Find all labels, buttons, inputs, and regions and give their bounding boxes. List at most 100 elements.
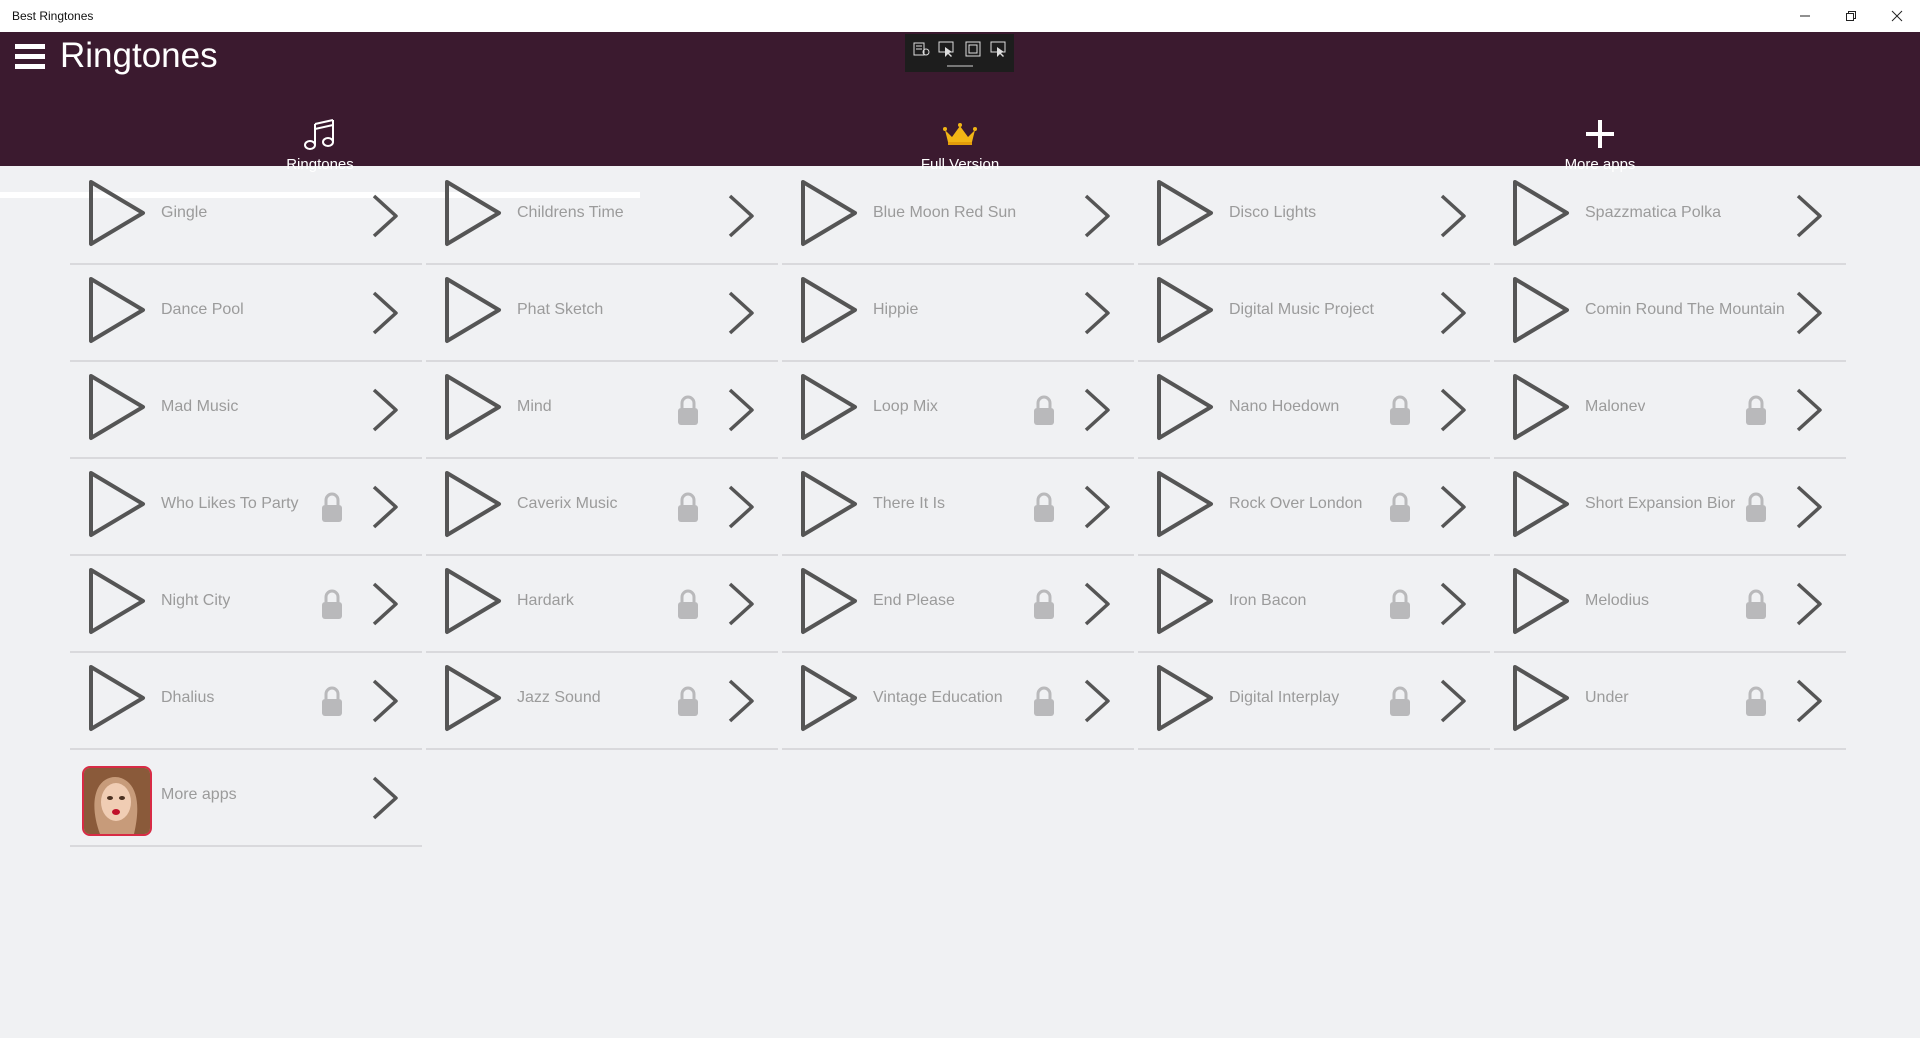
chevron-right-icon[interactable]	[370, 775, 400, 821]
ringtone-item[interactable]: Comin Round The Mountain	[1494, 265, 1846, 362]
ringtone-item[interactable]: Caverix Music	[426, 459, 778, 556]
play-icon[interactable]	[87, 275, 147, 345]
ringtone-item[interactable]: Rock Over London	[1138, 459, 1490, 556]
chevron-right-icon[interactable]	[1082, 290, 1112, 336]
play-icon[interactable]	[1155, 372, 1215, 442]
play-icon[interactable]	[443, 372, 503, 442]
play-icon[interactable]	[443, 566, 503, 636]
chevron-right-icon[interactable]	[1082, 387, 1112, 433]
minimize-button[interactable]	[1782, 0, 1828, 32]
play-icon[interactable]	[799, 663, 859, 733]
play-icon[interactable]	[443, 663, 503, 733]
play-icon[interactable]	[1155, 178, 1215, 248]
select-element-icon[interactable]	[937, 40, 957, 58]
ringtone-item[interactable]: Dhalius	[70, 653, 422, 750]
close-button[interactable]	[1874, 0, 1920, 32]
play-icon[interactable]	[1511, 566, 1571, 636]
ringtone-item[interactable]: Dance Pool	[70, 265, 422, 362]
play-icon[interactable]	[799, 372, 859, 442]
more-apps-item[interactable]: More apps	[70, 750, 422, 847]
play-icon[interactable]	[1511, 275, 1571, 345]
chevron-right-icon[interactable]	[370, 290, 400, 336]
play-icon[interactable]	[1155, 566, 1215, 636]
chevron-right-icon[interactable]	[1082, 193, 1112, 239]
chevron-right-icon[interactable]	[726, 484, 756, 530]
chevron-right-icon[interactable]	[1082, 581, 1112, 627]
chevron-right-icon[interactable]	[370, 387, 400, 433]
ringtone-item[interactable]: Digital Music Project	[1138, 265, 1490, 362]
chevron-right-icon[interactable]	[726, 581, 756, 627]
chevron-right-icon[interactable]	[370, 581, 400, 627]
ringtone-item[interactable]: Short Expansion Bior	[1494, 459, 1846, 556]
play-icon[interactable]	[1155, 663, 1215, 733]
chevron-right-icon[interactable]	[1438, 290, 1468, 336]
chevron-right-icon[interactable]	[1794, 484, 1824, 530]
play-icon[interactable]	[1155, 275, 1215, 345]
play-icon[interactable]	[443, 275, 503, 345]
ringtone-item[interactable]: Mad Music	[70, 362, 422, 459]
ringtone-item[interactable]: Jazz Sound	[426, 653, 778, 750]
chevron-right-icon[interactable]	[726, 193, 756, 239]
chevron-right-icon[interactable]	[1082, 678, 1112, 724]
toolbar-grip[interactable]	[947, 65, 973, 67]
ringtone-item[interactable]: Vintage Education	[782, 653, 1134, 750]
play-icon[interactable]	[1155, 469, 1215, 539]
chevron-right-icon[interactable]	[1794, 193, 1824, 239]
restore-button[interactable]	[1828, 0, 1874, 32]
chevron-right-icon[interactable]	[1438, 678, 1468, 724]
play-icon[interactable]	[87, 469, 147, 539]
layout-adorner-icon[interactable]	[963, 40, 983, 58]
chevron-right-icon[interactable]	[726, 387, 756, 433]
chevron-right-icon[interactable]	[1438, 581, 1468, 627]
ringtone-item[interactable]: Under	[1494, 653, 1846, 750]
ringtone-item[interactable]: Mind	[426, 362, 778, 459]
ringtone-item[interactable]: Phat Sketch	[426, 265, 778, 362]
play-icon[interactable]	[799, 469, 859, 539]
play-icon[interactable]	[1511, 469, 1571, 539]
play-icon[interactable]	[1511, 663, 1571, 733]
ringtone-item[interactable]: Who Likes To Party	[70, 459, 422, 556]
ringtone-item[interactable]: Blue Moon Red Sun	[782, 168, 1134, 265]
play-icon[interactable]	[1511, 372, 1571, 442]
ringtone-item[interactable]: Loop Mix	[782, 362, 1134, 459]
track-focus-icon[interactable]	[989, 40, 1009, 58]
ringtone-item[interactable]: Hardark	[426, 556, 778, 653]
play-icon[interactable]	[87, 566, 147, 636]
chevron-right-icon[interactable]	[726, 678, 756, 724]
ringtone-item[interactable]: Spazzmatica Polka	[1494, 168, 1846, 265]
ringtone-item[interactable]: Gingle	[70, 168, 422, 265]
live-tree-icon[interactable]	[911, 40, 931, 58]
chevron-right-icon[interactable]	[370, 484, 400, 530]
ringtone-item[interactable]: Hippie	[782, 265, 1134, 362]
ringtone-item[interactable]: Malonev	[1494, 362, 1846, 459]
chevron-right-icon[interactable]	[1438, 387, 1468, 433]
ringtone-item[interactable]: Melodius	[1494, 556, 1846, 653]
ringtone-item[interactable]: Iron Bacon	[1138, 556, 1490, 653]
play-icon[interactable]	[87, 663, 147, 733]
chevron-right-icon[interactable]	[1794, 581, 1824, 627]
play-icon[interactable]	[443, 469, 503, 539]
play-icon[interactable]	[799, 275, 859, 345]
chevron-right-icon[interactable]	[1794, 678, 1824, 724]
ringtone-item[interactable]: Night City	[70, 556, 422, 653]
ringtone-item[interactable]: Disco Lights	[1138, 168, 1490, 265]
play-icon[interactable]	[443, 178, 503, 248]
chevron-right-icon[interactable]	[1794, 387, 1824, 433]
ringtone-item[interactable]: Digital Interplay	[1138, 653, 1490, 750]
chevron-right-icon[interactable]	[1082, 484, 1112, 530]
play-icon[interactable]	[799, 566, 859, 636]
ringtone-item[interactable]: Childrens Time	[426, 168, 778, 265]
chevron-right-icon[interactable]	[1794, 290, 1824, 336]
chevron-right-icon[interactable]	[370, 678, 400, 724]
chevron-right-icon[interactable]	[726, 290, 756, 336]
hamburger-menu-button[interactable]	[15, 44, 45, 74]
play-icon[interactable]	[1511, 178, 1571, 248]
chevron-right-icon[interactable]	[370, 193, 400, 239]
ringtone-item[interactable]: There It Is	[782, 459, 1134, 556]
ringtone-item[interactable]: Nano Hoedown	[1138, 362, 1490, 459]
play-icon[interactable]	[87, 372, 147, 442]
ringtone-item[interactable]: End Please	[782, 556, 1134, 653]
play-icon[interactable]	[87, 178, 147, 248]
chevron-right-icon[interactable]	[1438, 193, 1468, 239]
chevron-right-icon[interactable]	[1438, 484, 1468, 530]
